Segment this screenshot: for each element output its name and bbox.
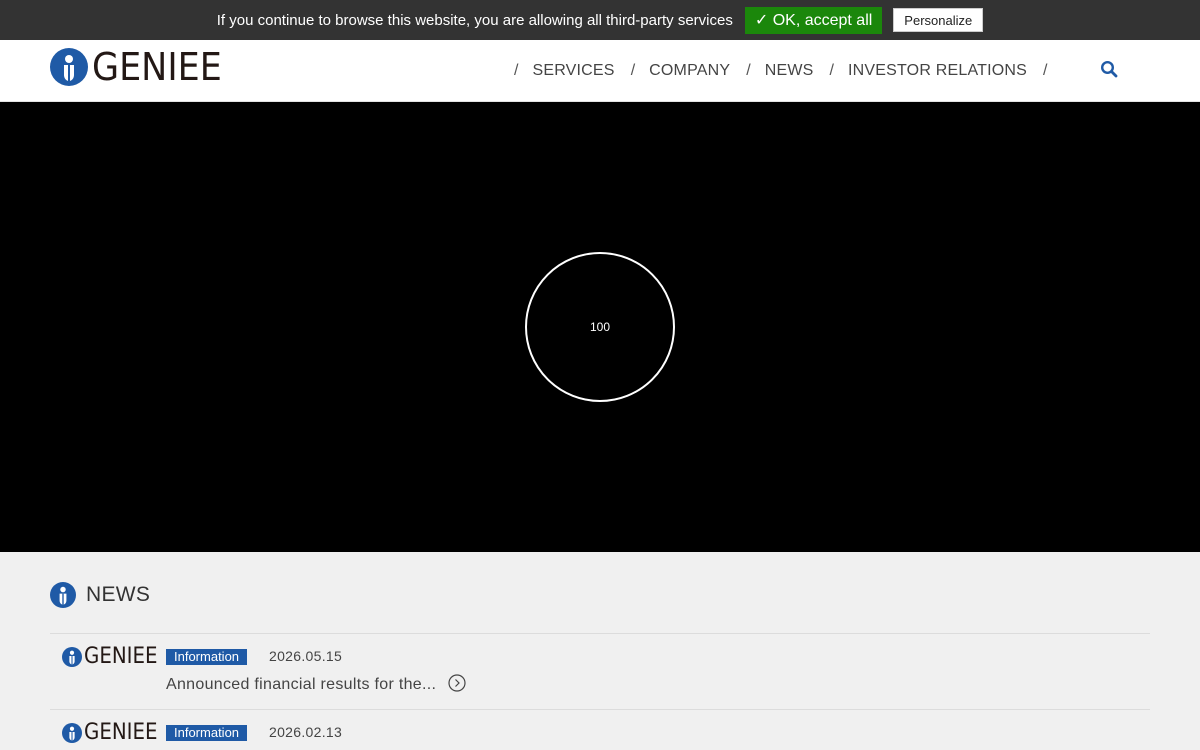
chevron-right-circle-icon[interactable]	[448, 674, 466, 692]
news-title: NEWS	[86, 583, 151, 606]
news-item-brand: GENIEE	[84, 720, 158, 745]
geniee-mark-icon	[62, 647, 82, 667]
personalize-button[interactable]: Personalize	[893, 8, 984, 32]
nav-item-company[interactable]: COMPANY	[649, 62, 730, 80]
accept-all-button[interactable]: ✓ OK, accept all	[744, 6, 883, 34]
site-logo[interactable]: GENIEE	[50, 47, 233, 87]
nav-separator: /	[630, 62, 636, 79]
news-item-logo: GENIEE	[62, 646, 166, 668]
site-header: GENIEE / SERVICES / COMPANY / NEWS / INV…	[0, 40, 1200, 102]
hero-video-area: 100	[0, 102, 1200, 552]
loading-indicator: 100	[525, 252, 675, 402]
nav-item-investor-relations[interactable]: INVESTOR RELATIONS	[848, 62, 1027, 80]
nav-item-news[interactable]: NEWS	[765, 62, 814, 80]
nav-separator: /	[1043, 62, 1048, 79]
search-icon[interactable]	[1100, 60, 1118, 78]
nav-item-services[interactable]: SERVICES	[532, 62, 614, 80]
news-item-logo: GENIEE	[62, 722, 166, 744]
geniee-mark-icon	[62, 723, 82, 743]
news-list: GENIEE Information 2026.05.15 Announced …	[50, 633, 1150, 750]
cookie-consent-bar: If you continue to browse this website, …	[0, 0, 1200, 40]
logo-wordmark: GENIEE	[92, 45, 222, 89]
news-headline[interactable]: Announced financial results for the...	[166, 676, 436, 694]
news-item[interactable]: GENIEE Information 2026.05.15 Announced …	[50, 633, 1150, 709]
geniee-mark-icon	[50, 582, 76, 608]
news-date: 2026.05.15	[269, 648, 343, 664]
news-heading: NEWS	[50, 582, 150, 608]
news-item-brand: GENIEE	[84, 644, 158, 669]
nav-separator: /	[514, 62, 519, 79]
category-badge: Information	[166, 649, 248, 665]
category-badge: Information	[166, 725, 248, 741]
news-date: 2026.02.13	[269, 724, 343, 740]
news-section: NEWS GENIEE Information 2026.05.15 Annou…	[0, 552, 1200, 750]
news-item[interactable]: GENIEE Information 2026.02.13	[50, 709, 1150, 750]
nav-separator: /	[746, 62, 751, 79]
loading-progress-value: 100	[589, 320, 611, 334]
main-nav: / SERVICES / COMPANY / NEWS / INVESTOR R…	[508, 40, 1061, 102]
nav-separator: /	[829, 62, 834, 79]
geniee-mark-icon	[50, 48, 88, 86]
cookie-message: If you continue to browse this website, …	[216, 11, 733, 29]
